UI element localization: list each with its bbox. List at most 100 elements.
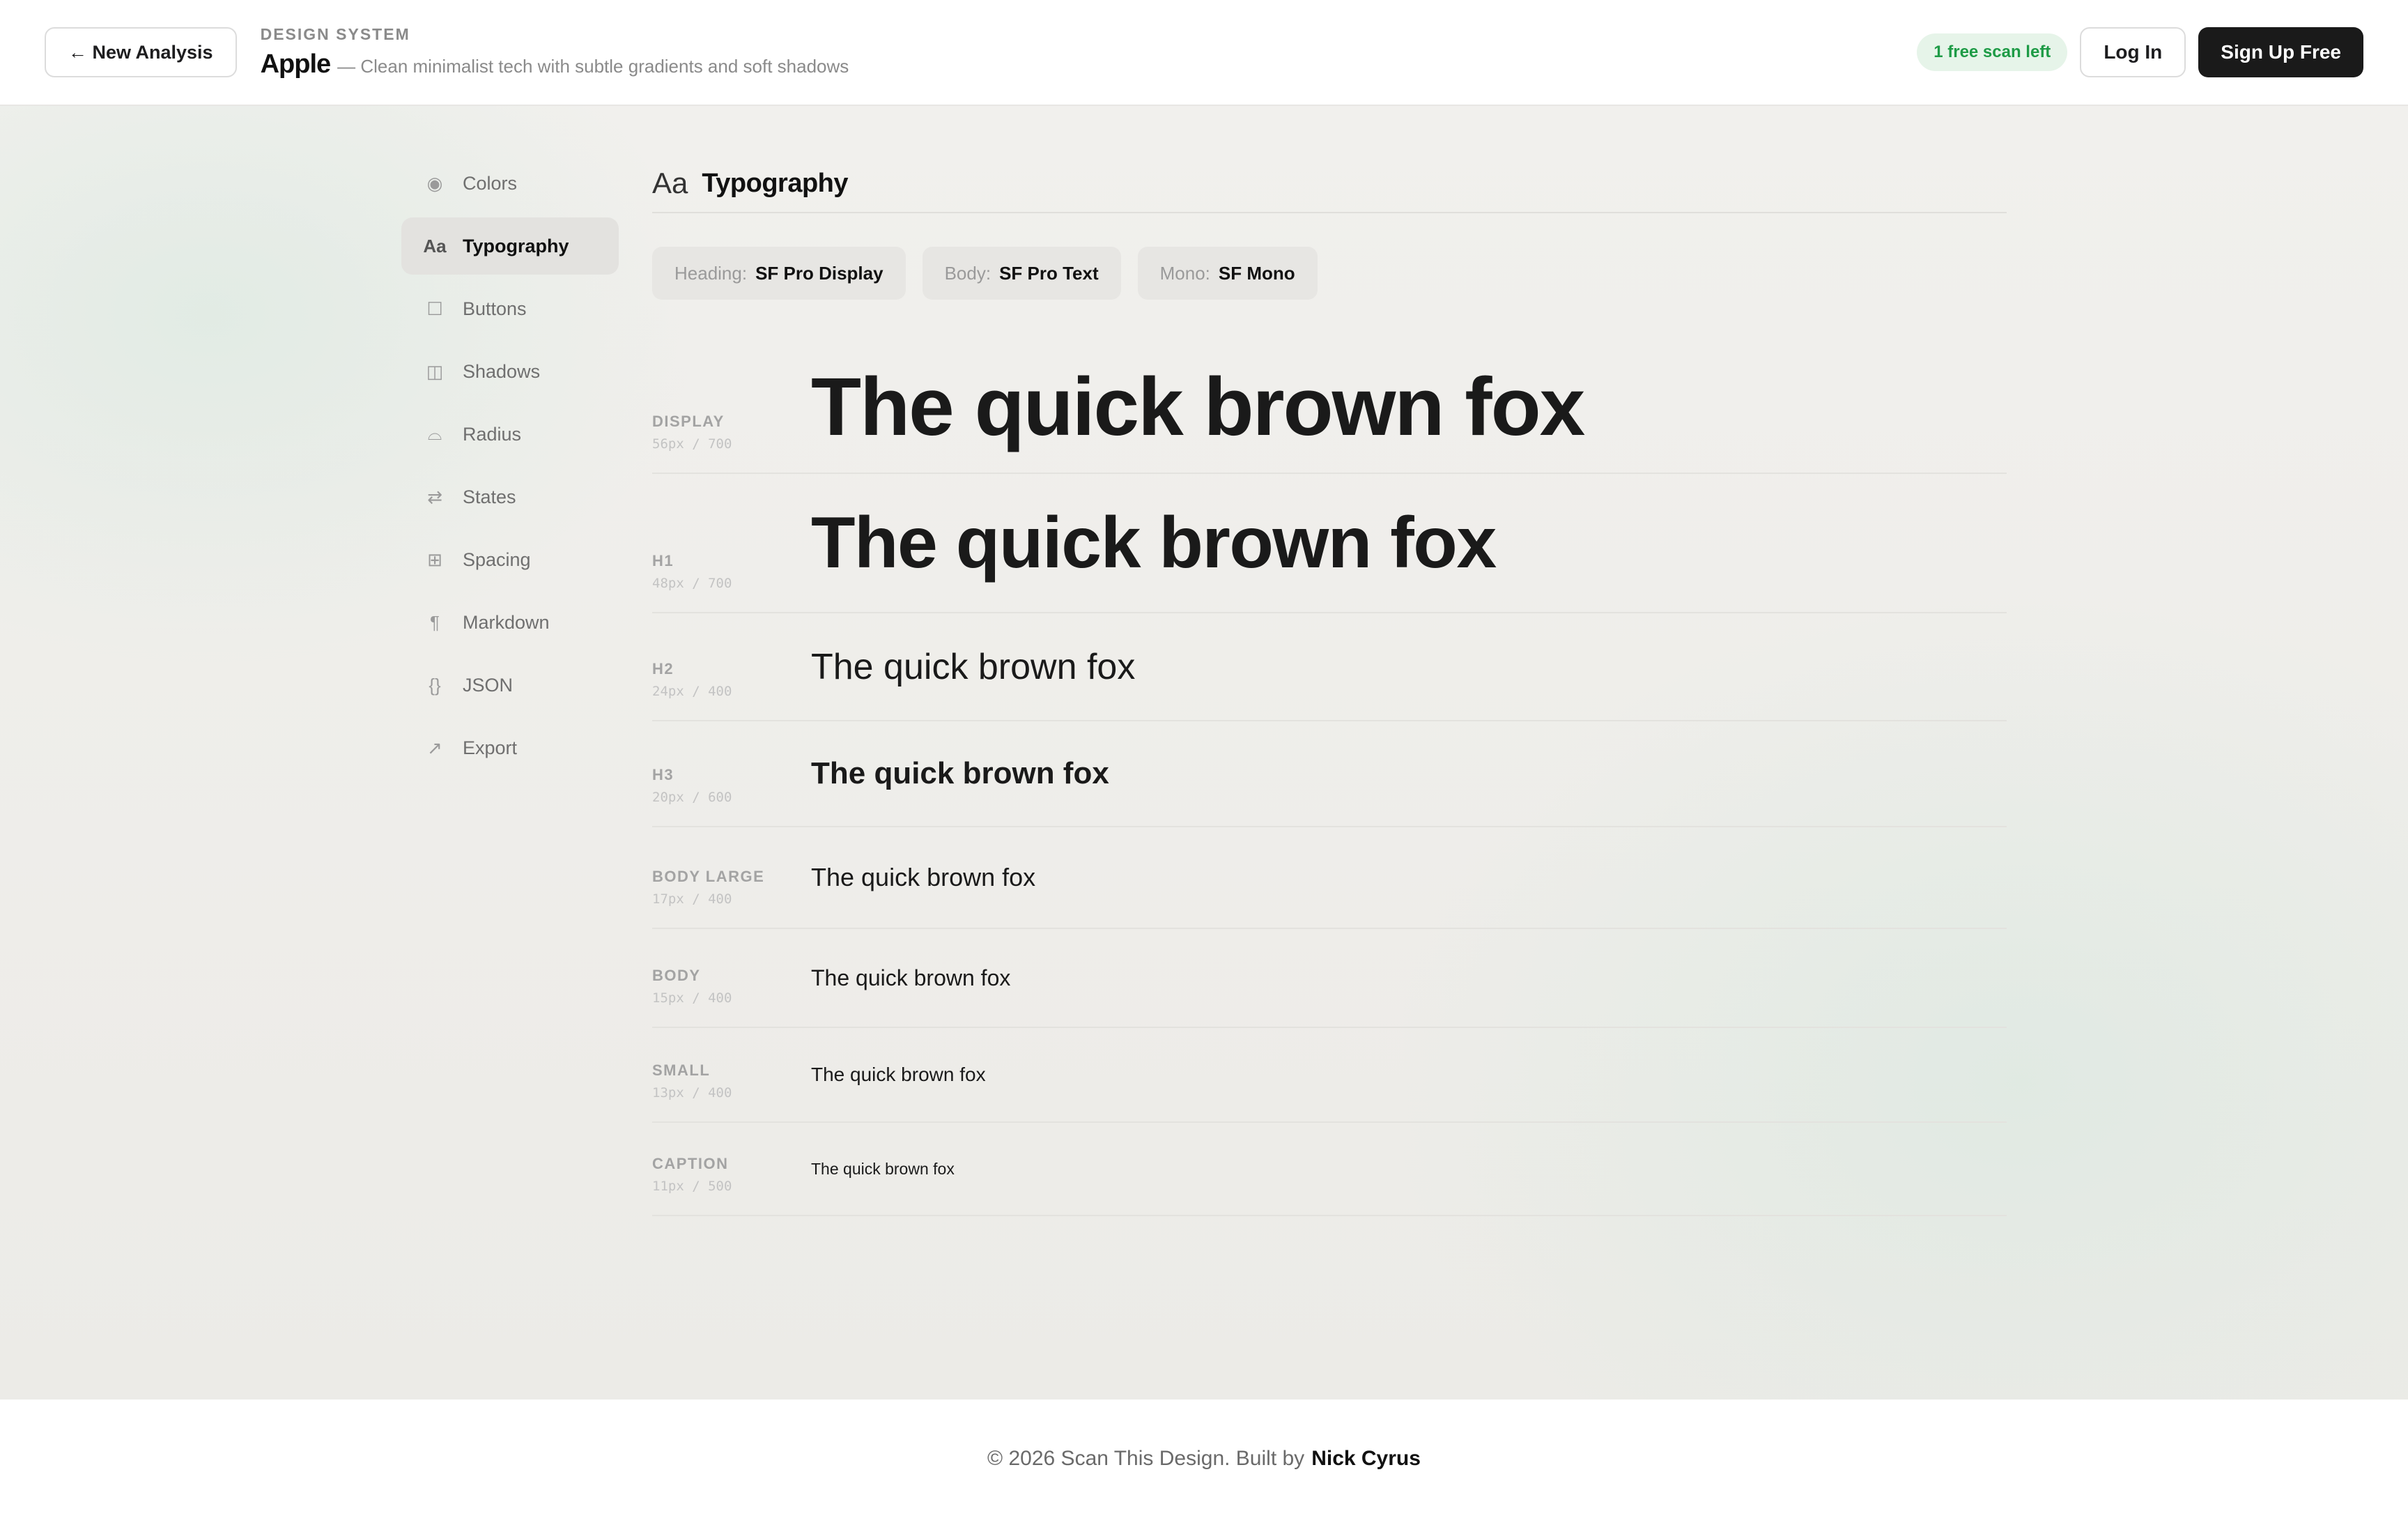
brand-block: DESIGN SYSTEM Apple — Clean minimalist t… xyxy=(261,25,849,79)
type-spec: 11px / 500 xyxy=(652,1179,732,1194)
brand-row: Apple — Clean minimalist tech with subtl… xyxy=(261,49,849,79)
type-spec: 20px / 600 xyxy=(652,790,732,805)
font-chip-body: Body: SF Pro Text xyxy=(922,247,1121,300)
section-header: Aa Typography xyxy=(652,155,2007,213)
free-scan-badge: 1 free scan left xyxy=(1917,33,2068,71)
typography-icon: Aa xyxy=(423,235,447,256)
sidebar-item-label: Markdown xyxy=(463,611,550,633)
type-row-h1: H1 48px / 700 The quick brown fox xyxy=(652,474,2007,613)
font-chip-value: SF Pro Display xyxy=(755,262,883,284)
type-sample-body-large: The quick brown fox xyxy=(811,863,1036,891)
states-icon: ⇄ xyxy=(427,486,442,507)
font-chip-mono: Mono: SF Mono xyxy=(1137,247,1318,300)
sidebar-item-label: Radius xyxy=(463,423,522,445)
export-icon: ↗ xyxy=(427,737,442,758)
type-label: H3 xyxy=(652,766,674,783)
type-label: H2 xyxy=(652,660,674,677)
type-spec: 24px / 400 xyxy=(652,684,732,699)
type-label: DISPLAY xyxy=(652,413,725,430)
type-row-caption: CAPTION 11px / 500 The quick brown fox xyxy=(652,1123,2007,1216)
section-title: Typography xyxy=(702,168,849,198)
buttons-icon: ☐ xyxy=(426,298,443,319)
signup-button[interactable]: Sign Up Free xyxy=(2198,27,2363,77)
footer-text: © 2026 Scan This Design. Built by xyxy=(987,1447,1305,1470)
type-meta: SMALL 13px / 400 xyxy=(652,1061,811,1121)
type-row-small: SMALL 13px / 400 The quick brown fox xyxy=(652,1028,2007,1123)
sidebar-item-label: Buttons xyxy=(463,298,527,319)
main-area: ◉ Colors Aa Typography ☐ Buttons ◫ Shado… xyxy=(0,106,2408,1400)
sidebar-item-label: JSON xyxy=(463,674,514,696)
sidebar-item-label: Typography xyxy=(463,235,569,256)
type-meta: CAPTION 11px / 500 xyxy=(652,1155,811,1215)
spacing-icon: ⊞ xyxy=(427,549,442,570)
sidebar-item-typography[interactable]: Aa Typography xyxy=(401,217,619,275)
type-sample-h3: The quick brown fox xyxy=(811,756,1109,790)
type-sample-display: The quick brown fox xyxy=(811,361,1585,453)
type-spec: 48px / 700 xyxy=(652,576,732,591)
font-chip-value: SF Mono xyxy=(1218,262,1295,284)
type-label: BODY LARGE xyxy=(652,868,765,885)
type-scale-list: DISPLAY 56px / 700 The quick brown fox H… xyxy=(652,342,2007,1216)
type-row-display: DISPLAY 56px / 700 The quick brown fox xyxy=(652,342,2007,474)
type-meta: DISPLAY 56px / 700 xyxy=(652,413,811,473)
type-sample-small: The quick brown fox xyxy=(811,1064,986,1085)
sidebar-item-label: Shadows xyxy=(463,360,541,382)
type-label: BODY xyxy=(652,967,701,984)
brand-description: — Clean minimalist tech with subtle grad… xyxy=(337,56,849,77)
radius-icon: ⌓ xyxy=(427,423,442,444)
type-label: H1 xyxy=(652,552,674,569)
typography-icon: Aa xyxy=(652,167,688,199)
type-spec: 56px / 700 xyxy=(652,436,732,452)
type-spec: 13px / 400 xyxy=(652,1085,732,1101)
login-button[interactable]: Log In xyxy=(2080,27,2186,77)
type-sample-h2: The quick brown fox xyxy=(811,646,1136,687)
type-spec: 15px / 400 xyxy=(652,990,732,1006)
type-meta: BODY LARGE 17px / 400 xyxy=(652,868,811,928)
font-chip-value: SF Pro Text xyxy=(999,262,1099,284)
sidebar-item-states[interactable]: ⇄ States xyxy=(401,468,619,526)
type-meta: H3 20px / 600 xyxy=(652,766,811,826)
sidebar-item-label: Spacing xyxy=(463,549,531,570)
footer-author-link[interactable]: Nick Cyrus xyxy=(1311,1447,1421,1471)
brand-name: Apple xyxy=(260,49,332,79)
sidebar-item-export[interactable]: ↗ Export xyxy=(401,719,619,776)
type-row-body: BODY 15px / 400 The quick brown fox xyxy=(652,929,2007,1028)
sidebar-item-label: Export xyxy=(463,737,518,758)
font-chip-key: Body: xyxy=(944,262,991,284)
type-sample-caption: The quick brown fox xyxy=(811,1159,955,1178)
type-meta: H2 24px / 400 xyxy=(652,660,811,720)
section-sidebar: ◉ Colors Aa Typography ☐ Buttons ◫ Shado… xyxy=(401,155,619,782)
shadows-icon: ◫ xyxy=(426,360,444,382)
new-analysis-button[interactable]: ← New Analysis xyxy=(45,27,237,77)
sidebar-item-json[interactable]: {} JSON xyxy=(401,657,619,714)
font-chip-key: Mono: xyxy=(1159,262,1210,284)
sidebar-item-colors[interactable]: ◉ Colors xyxy=(401,155,619,212)
json-icon: {} xyxy=(429,674,441,696)
type-row-h2: H2 24px / 400 The quick brown fox xyxy=(652,613,2007,721)
header-actions: 1 free scan left Log In Sign Up Free xyxy=(1917,27,2363,77)
font-chip-heading: Heading: SF Pro Display xyxy=(652,247,906,300)
font-families: Heading: SF Pro Display Body: SF Pro Tex… xyxy=(652,247,2007,300)
colors-icon: ◉ xyxy=(426,172,443,194)
type-meta: BODY 15px / 400 xyxy=(652,967,811,1027)
sidebar-item-markdown[interactable]: ¶ Markdown xyxy=(401,594,619,651)
type-meta: H1 48px / 700 xyxy=(652,552,811,612)
sidebar-item-radius[interactable]: ⌓ Radius xyxy=(401,406,619,463)
markdown-icon: ¶ xyxy=(430,611,440,633)
sidebar-item-label: States xyxy=(463,486,516,507)
app-header: ← New Analysis DESIGN SYSTEM Apple — Cle… xyxy=(0,0,2408,106)
type-sample-body: The quick brown fox xyxy=(811,965,1011,990)
type-label: CAPTION xyxy=(652,1155,729,1172)
font-chip-key: Heading: xyxy=(674,262,748,284)
sidebar-item-spacing[interactable]: ⊞ Spacing xyxy=(401,531,619,588)
type-sample-h1: The quick brown fox xyxy=(811,502,1497,583)
design-system-kicker: DESIGN SYSTEM xyxy=(260,25,410,43)
page-footer: © 2026 Scan This Design. Built by Nick C… xyxy=(0,1400,2408,1518)
typography-section: Aa Typography Heading: SF Pro Display Bo… xyxy=(652,155,2007,1216)
sidebar-item-buttons[interactable]: ☐ Buttons xyxy=(401,280,619,337)
type-row-h3: H3 20px / 600 The quick brown fox xyxy=(652,721,2007,827)
type-spec: 17px / 400 xyxy=(652,891,732,907)
type-label: SMALL xyxy=(652,1061,711,1079)
type-row-body-large: BODY LARGE 17px / 400 The quick brown fo… xyxy=(652,827,2007,929)
sidebar-item-shadows[interactable]: ◫ Shadows xyxy=(401,343,619,400)
